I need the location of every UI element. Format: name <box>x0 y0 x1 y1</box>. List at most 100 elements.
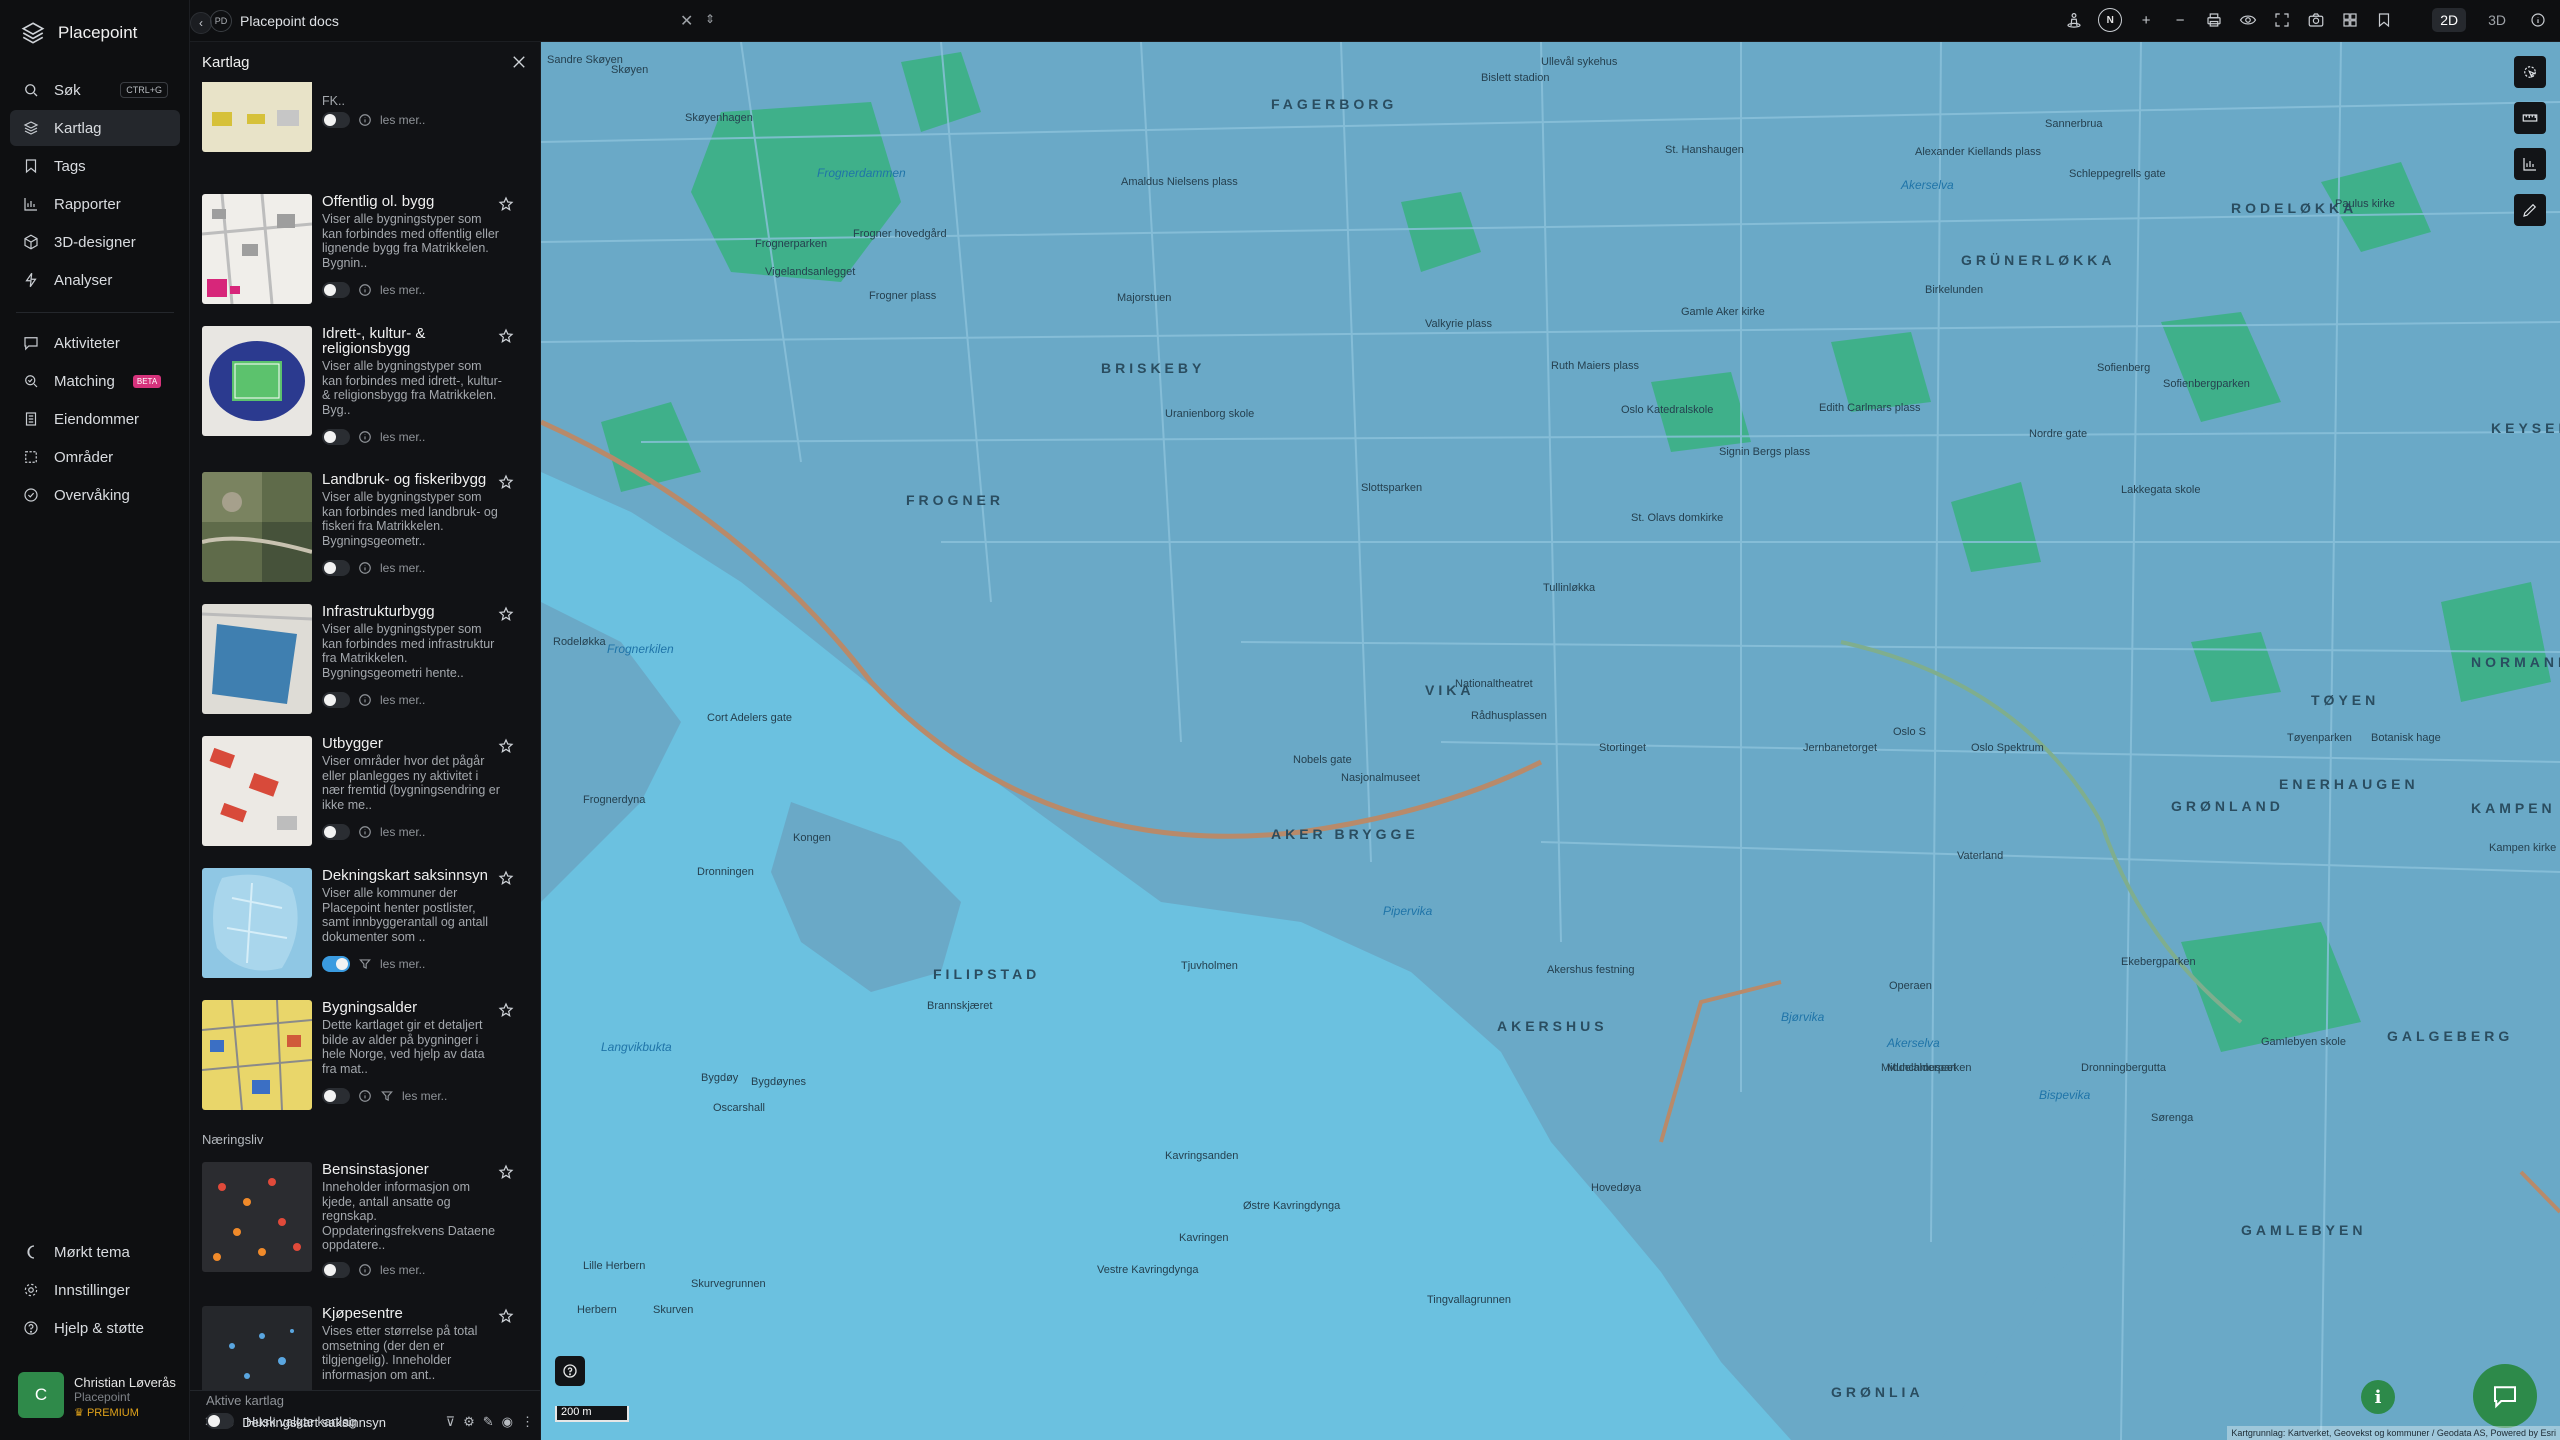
info-icon[interactable] <box>358 283 372 297</box>
layer-toggle[interactable] <box>322 692 350 708</box>
map-canvas[interactable]: FAGERBORG RODELØKKA GRÜNERLØKKA BRISKEBY… <box>541 42 2560 1440</box>
star-icon[interactable] <box>498 1002 514 1018</box>
layer-toggle[interactable] <box>322 956 350 972</box>
user-profile[interactable]: C Christian Løverås Placepoint ♛ PREMIUM <box>18 1372 176 1419</box>
chevron-updown-icon[interactable]: ⇕ <box>705 12 715 26</box>
layer-toggle[interactable] <box>322 112 350 128</box>
read-more-link[interactable]: les mer.. <box>380 561 425 575</box>
remember-layers-option[interactable]: Husk valgte kartlag <box>206 1413 357 1429</box>
info-icon[interactable] <box>358 561 372 575</box>
read-more-link[interactable]: les mer.. <box>380 430 425 444</box>
nav-item-areas[interactable]: Områder <box>10 439 180 475</box>
layer-item[interactable]: Idrett-, kultur- & religionsbygg Viser a… <box>202 326 532 446</box>
layer-title: Infrastrukturbygg <box>322 603 435 620</box>
chart-icon[interactable] <box>2514 148 2546 180</box>
brand[interactable]: Placepoint <box>20 20 137 46</box>
nav-item-properties[interactable]: Eiendommer <box>10 401 180 437</box>
eye-icon[interactable] <box>2238 10 2258 30</box>
layer-item[interactable]: Bygningsalder Dette kartlaget gir et det… <box>202 1000 532 1120</box>
edit-map-icon[interactable] <box>2514 194 2546 226</box>
filter-icon[interactable]: ⊽ <box>446 1414 456 1430</box>
read-more-link[interactable]: les mer.. <box>380 825 425 839</box>
nav-item-analyses[interactable]: Analyser <box>10 262 180 298</box>
star-icon[interactable] <box>498 606 514 622</box>
star-icon[interactable] <box>498 474 514 490</box>
cursor-select-icon[interactable] <box>2514 56 2546 88</box>
nav-item-tags[interactable]: Tags <box>10 148 180 184</box>
zoom-out-icon[interactable]: − <box>2170 10 2190 30</box>
map-info-button[interactable]: i <box>2361 1380 2395 1414</box>
zoom-in-icon[interactable]: + <box>2136 10 2156 30</box>
info-icon[interactable] <box>358 113 372 127</box>
measure-icon[interactable] <box>2514 102 2546 134</box>
bookmark-icon[interactable] <box>2374 10 2394 30</box>
nav-item-help[interactable]: Hjelp & støtte <box>10 1310 180 1346</box>
info-icon[interactable] <box>358 430 372 444</box>
streetview-icon[interactable] <box>2064 10 2084 30</box>
close-icon[interactable] <box>510 53 528 71</box>
place-label: St. Olavs domkirke <box>1631 512 1724 524</box>
layer-list: FK.. les mer.. Offentlig ol. bygg Viser … <box>190 82 540 1390</box>
nav-item-activities[interactable]: Aktiviteter <box>10 325 180 361</box>
layer-item[interactable]: Infrastrukturbygg Viser alle bygningstyp… <box>202 604 532 724</box>
star-icon[interactable] <box>498 1164 514 1180</box>
place-label: Skurvegrunnen <box>691 1278 766 1290</box>
nav-item-reports[interactable]: Rapporter <box>10 186 180 222</box>
nav-item-matching[interactable]: Matching BETA <box>10 363 180 399</box>
read-more-link[interactable]: les mer.. <box>380 957 425 971</box>
more-icon[interactable]: ⋮ <box>521 1414 534 1430</box>
filter-icon[interactable] <box>358 957 372 971</box>
workspace-selector[interactable]: PD Placepoint docs ✕ ⇕ <box>210 8 715 34</box>
read-more-link[interactable]: les mer.. <box>380 113 425 127</box>
filter-icon[interactable] <box>380 1089 394 1103</box>
support-chat-button[interactable] <box>2473 1364 2537 1428</box>
star-icon[interactable] <box>498 738 514 754</box>
read-more-link[interactable]: les mer.. <box>380 1263 425 1277</box>
star-icon[interactable] <box>498 196 514 212</box>
layer-item[interactable]: Landbruk- og fiskeribygg Viser alle bygn… <box>202 472 532 592</box>
nav-item-monitoring[interactable]: Overvåking <box>10 477 180 513</box>
close-icon[interactable]: ✕ <box>680 11 693 31</box>
layer-toggle[interactable] <box>322 429 350 445</box>
layer-toggle[interactable] <box>322 560 350 576</box>
edit-icon[interactable]: ✎ <box>483 1414 494 1430</box>
grid-icon[interactable] <box>2340 10 2360 30</box>
layer-item[interactable]: Offentlig ol. bygg Viser alle bygningsty… <box>202 194 532 314</box>
fullscreen-icon[interactable] <box>2272 10 2292 30</box>
camera-icon[interactable] <box>2306 10 2326 30</box>
print-icon[interactable] <box>2204 10 2224 30</box>
layer-item[interactable]: Utbygger Viser områder hvor det pågår el… <box>202 736 532 856</box>
view-3d-button[interactable]: 3D <box>2480 8 2514 32</box>
info-icon[interactable] <box>2528 10 2548 30</box>
layer-toggle[interactable] <box>322 1262 350 1278</box>
collapse-sidebar-button[interactable]: ‹ <box>190 12 212 34</box>
info-icon[interactable] <box>358 1263 372 1277</box>
nav-item-layers[interactable]: Kartlag <box>10 110 180 146</box>
view-2d-button[interactable]: 2D <box>2432 8 2467 32</box>
layer-toggle[interactable] <box>322 824 350 840</box>
read-more-link[interactable]: les mer.. <box>380 283 425 297</box>
info-icon[interactable] <box>358 693 372 707</box>
map-help-button[interactable] <box>555 1356 585 1386</box>
settings-icon[interactable]: ⚙ <box>463 1414 475 1430</box>
read-more-link[interactable]: les mer.. <box>402 1089 447 1103</box>
nav-item-settings[interactable]: Innstillinger <box>10 1272 180 1308</box>
nav-item-search[interactable]: Søk CTRL+G <box>10 72 180 108</box>
nav-item-dark-theme[interactable]: Mørkt tema <box>10 1234 180 1270</box>
place-label: Nasjonalmuseet <box>1341 772 1420 784</box>
eye-icon[interactable]: ◉ <box>502 1414 513 1430</box>
info-icon[interactable] <box>358 825 372 839</box>
read-more-link[interactable]: les mer.. <box>380 693 425 707</box>
star-icon[interactable] <box>498 1308 514 1324</box>
layer-toggle[interactable] <box>322 282 350 298</box>
star-icon[interactable] <box>498 870 514 886</box>
layer-item[interactable]: Kjøpesentre Vises etter størrelse på tot… <box>202 1306 532 1390</box>
nav-item-3d-designer[interactable]: 3D-designer <box>10 224 180 260</box>
remember-toggle[interactable] <box>206 1413 234 1429</box>
compass-north-icon[interactable]: N <box>2098 8 2123 32</box>
layer-item[interactable]: Bensinstasjoner Inneholder informasjon o… <box>202 1162 532 1282</box>
layer-item[interactable]: Dekningskart saksinnsyn Viser alle kommu… <box>202 868 532 988</box>
layer-toggle[interactable] <box>322 1088 350 1104</box>
info-icon[interactable] <box>358 1089 372 1103</box>
star-icon[interactable] <box>498 328 514 344</box>
